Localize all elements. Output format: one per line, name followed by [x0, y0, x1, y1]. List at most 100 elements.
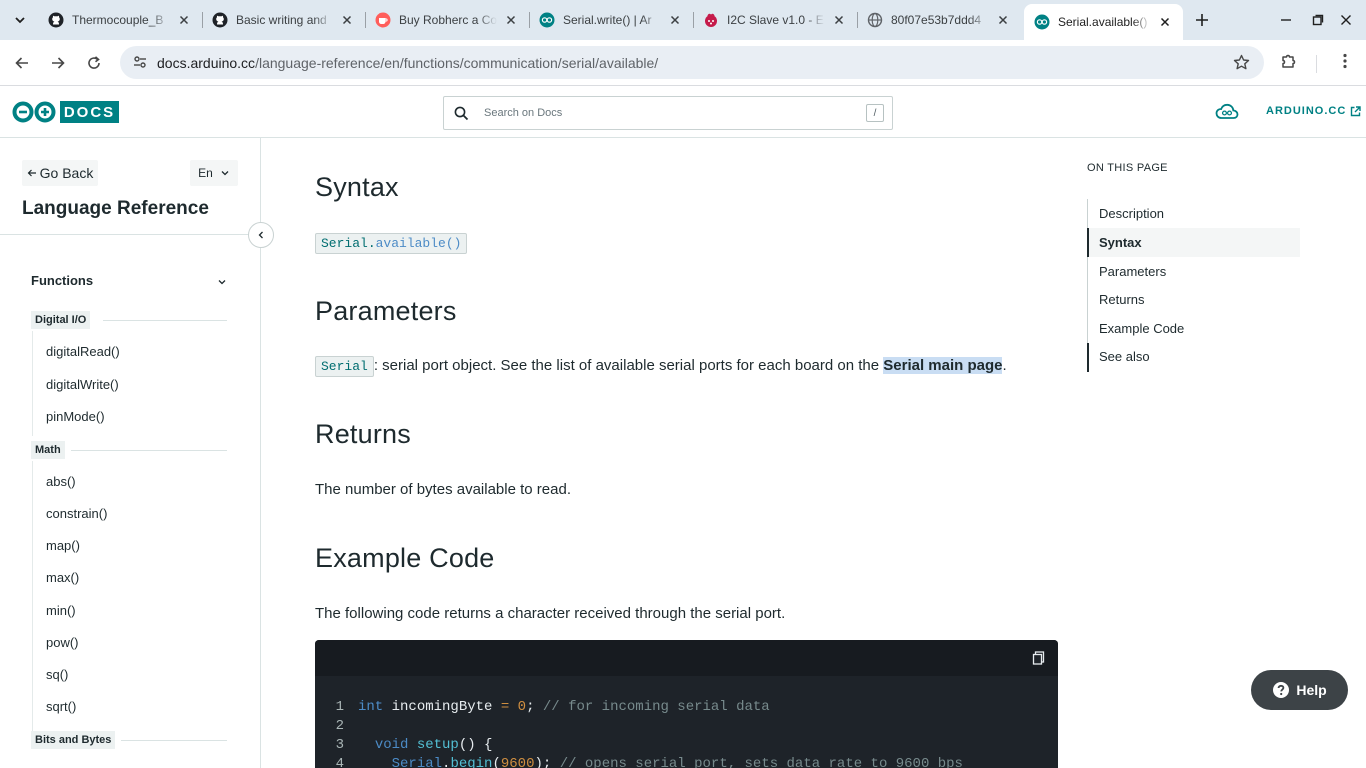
category-label: Bits and Bytes	[31, 731, 116, 749]
arduino-cloud-icon[interactable]	[1215, 103, 1239, 121]
chevron-down-icon	[221, 171, 229, 176]
arduino-cc-link-text: ARDUINO.CC	[1266, 105, 1347, 117]
sidebar-item-digitalwrite[interactable]: digitalWrite()	[46, 377, 119, 392]
close-tab-icon[interactable]	[831, 12, 847, 28]
tab-title: Thermocouple_B	[72, 13, 164, 27]
browser-tab[interactable]: Basic writing and	[202, 4, 366, 36]
browser-tab[interactable]: Buy Robherc a Co	[365, 4, 530, 36]
syntax-dot: .	[367, 236, 376, 251]
tab-title: Serial.write() | Ar	[563, 13, 652, 27]
category-rule	[121, 740, 227, 741]
close-tab-icon[interactable]	[503, 12, 519, 28]
param-description: : serial port object. See the list of av…	[373, 357, 884, 374]
toc-item-see-also[interactable]: See also	[1088, 342, 1300, 371]
language-value: En	[198, 166, 213, 180]
tab-title: 80f07e53b7ddd4	[891, 13, 982, 27]
category-digital-io[interactable]: Digital I/O	[31, 310, 227, 330]
arrow-left-icon	[27, 169, 36, 177]
arduino-cc-link[interactable]: ARDUINO.CC	[1266, 105, 1361, 117]
close-tab-icon[interactable]	[339, 12, 355, 28]
docs-search[interactable]: /	[443, 96, 893, 130]
sidebar-item-pow[interactable]: pow()	[46, 635, 79, 650]
returns-heading: Returns	[315, 419, 411, 449]
serial-main-page-link[interactable]: Serial main page	[883, 357, 1003, 374]
parameters-text: Serial: serial port object. See the list…	[315, 356, 1007, 377]
plus-icon	[1196, 14, 1208, 26]
sidebar-item-max[interactable]: max()	[46, 570, 79, 585]
go-back-label: Go Back	[39, 165, 94, 181]
chevron-down-icon	[15, 17, 25, 24]
sidebar-item-digitalread[interactable]: digitalRead()	[46, 344, 120, 359]
site-info-icon[interactable]	[132, 54, 148, 70]
close-tab-icon[interactable]	[176, 12, 192, 28]
sidebar-item-map[interactable]: map()	[46, 538, 80, 553]
reload-button[interactable]	[81, 50, 107, 76]
arrow-right-icon	[52, 57, 65, 69]
sidebar-item-sqrt[interactable]: sqrt()	[46, 699, 76, 714]
close-tab-icon[interactable]	[667, 12, 683, 28]
extensions-puzzle-icon[interactable]	[1280, 52, 1298, 70]
toc-item-parameters[interactable]: Parameters	[1088, 257, 1300, 286]
close-tab-icon[interactable]	[995, 12, 1011, 28]
toc-scroll-marker	[1087, 343, 1089, 372]
tab-title: Buy Robherc a Co	[399, 13, 497, 27]
close-tab-icon[interactable]	[1157, 14, 1173, 30]
docs-logo-text: DOCS	[60, 101, 119, 123]
code-line: 2	[335, 718, 344, 734]
browser-tab[interactable]: Thermocouple_B	[38, 4, 203, 36]
new-tab-button[interactable]	[1191, 9, 1213, 31]
parameters-heading: Parameters	[315, 296, 457, 326]
sidebar-divider	[0, 234, 260, 235]
category-bits-and-bytes[interactable]: Bits and Bytes	[31, 730, 227, 750]
category-label: Math	[31, 441, 65, 459]
param-name-chip: Serial	[315, 356, 374, 377]
browser-toolbar: docs.arduino.cc/language-reference/en/fu…	[0, 40, 1366, 86]
copy-icon[interactable]	[1032, 651, 1046, 665]
arduino-docs-logo[interactable]: DOCS	[11, 101, 119, 123]
close-window-button[interactable]	[1326, 0, 1366, 40]
code-line: 3 void setup() {	[335, 737, 493, 753]
browser-tab[interactable]: 80f07e53b7ddd4	[857, 4, 1021, 36]
sidebar-item-min[interactable]: min()	[46, 603, 76, 618]
toolbar-divider	[1316, 55, 1317, 73]
returns-text: The number of bytes available to read.	[315, 481, 571, 498]
tab-title: I2C Slave v1.0 - E	[727, 13, 824, 27]
more-menu-icon[interactable]	[1336, 52, 1354, 70]
reference-content: Syntax Serial.available() Parameters Ser…	[262, 138, 1078, 768]
code-line: 1 int incomingByte = 0; // for incoming s…	[335, 699, 770, 715]
globe-icon	[867, 12, 883, 28]
arduino-icon	[539, 12, 555, 28]
url-host: docs.arduino.cc	[157, 55, 256, 71]
bookmark-star-icon[interactable]	[1233, 54, 1250, 71]
sidebar-item-sq[interactable]: sq()	[46, 667, 68, 682]
reload-icon	[88, 56, 100, 69]
chevron-left-icon	[258, 231, 263, 239]
tab-search-button[interactable]	[8, 8, 32, 32]
browser-tab[interactable]: I2C Slave v1.0 - E	[693, 4, 858, 36]
close-icon	[1341, 15, 1351, 25]
forward-button[interactable]	[45, 50, 71, 76]
category-math[interactable]: Math	[31, 440, 227, 460]
toc-item-returns[interactable]: Returns	[1088, 285, 1300, 314]
sidebar-item-constrain[interactable]: constrain()	[46, 506, 107, 521]
browser-tab[interactable]: Serial.write() | Ar	[529, 4, 694, 36]
go-back-button[interactable]: Go Back	[22, 160, 98, 186]
toc-item-syntax[interactable]: Syntax	[1087, 228, 1300, 257]
help-button[interactable]: Help	[1251, 670, 1348, 710]
toc-item-example-code[interactable]: Example Code	[1088, 314, 1300, 343]
address-bar[interactable]: docs.arduino.cc/language-reference/en/fu…	[120, 46, 1264, 79]
back-button[interactable]	[9, 50, 35, 76]
toc-item-description[interactable]: Description	[1088, 199, 1300, 228]
collapse-sidebar-button[interactable]	[248, 222, 274, 248]
sidebar-item-abs[interactable]: abs()	[46, 474, 76, 489]
chevron-down-icon	[217, 277, 227, 287]
sidebar-section-functions[interactable]: Functions	[31, 273, 231, 288]
sidebar-item-pinmode[interactable]: pinMode()	[46, 409, 105, 424]
help-circle-icon	[1273, 682, 1290, 698]
browser-tab-active[interactable]: Serial.available()	[1024, 4, 1183, 40]
tree-rail	[32, 461, 33, 731]
language-select[interactable]: En	[190, 160, 238, 186]
search-input[interactable]	[484, 103, 844, 123]
category-rule	[103, 320, 227, 321]
url-text[interactable]: docs.arduino.cc/language-reference/en/fu…	[157, 55, 658, 71]
